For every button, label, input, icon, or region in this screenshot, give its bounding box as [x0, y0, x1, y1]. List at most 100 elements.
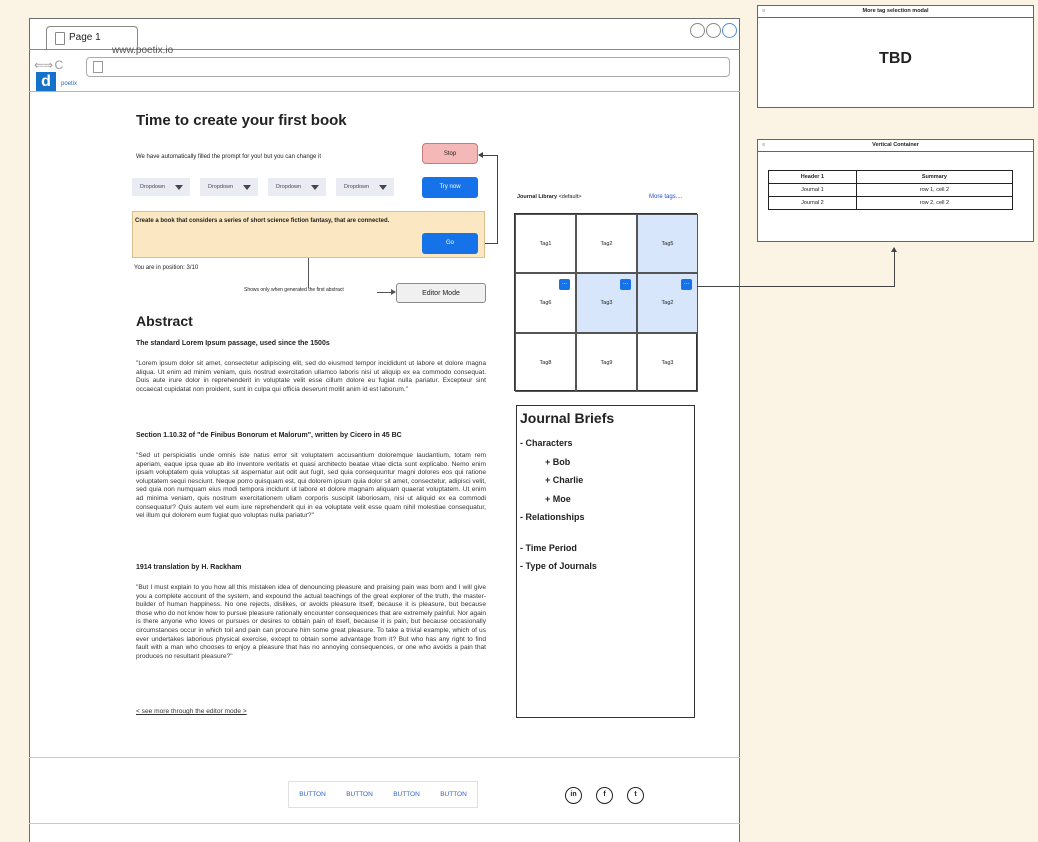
chevron-down-icon — [175, 185, 183, 190]
stop-button[interactable]: Stop — [422, 143, 478, 164]
footer-divider — [29, 823, 740, 824]
linkedin-icon[interactable]: in — [565, 787, 582, 804]
annotation-note: Shows only when generated the first abst… — [244, 287, 344, 293]
tag-options-button[interactable]: ... — [681, 279, 692, 291]
brief-item-bob[interactable]: + Bob — [545, 457, 570, 467]
dropdown-label: Dropdown — [344, 184, 370, 190]
logo[interactable]: d — [36, 72, 56, 92]
tag-options-button[interactable]: ... — [559, 279, 570, 291]
page-title: Time to create your first book — [136, 112, 347, 129]
brief-item-time-period[interactable]: - Time Period — [520, 543, 577, 553]
window-control-icon[interactable] — [706, 23, 721, 38]
tag-cell[interactable]: Tag1 — [515, 214, 576, 274]
dropdown-4[interactable]: Dropdown — [336, 178, 394, 196]
footer-button[interactable]: BUTTON — [346, 791, 373, 798]
annotation-line — [308, 258, 309, 288]
tag-cell-selected[interactable]: ... Tag3 — [576, 273, 637, 333]
table-row[interactable]: Journal 1 row 1, cell 2 — [768, 183, 1014, 197]
tag-cell[interactable]: Tag3 — [637, 332, 698, 392]
tab-title: Page 1 — [69, 32, 101, 43]
abstract-subheading-1: The standard Lorem Ipsum passage, used s… — [136, 340, 330, 347]
window-control-icon[interactable] — [690, 23, 705, 38]
tag-label: Tag5 — [661, 241, 674, 247]
connector-line — [497, 155, 498, 244]
library-title-suffix: <default> — [558, 194, 582, 200]
logo-text: poetix — [61, 81, 78, 87]
tag-label: Tag3 — [661, 359, 674, 366]
table-header: Summary — [855, 170, 1014, 184]
tag-label: Tag2 — [661, 300, 674, 307]
table-row[interactable]: Journal 2 row 2, cell 2 — [768, 196, 1014, 210]
autofill-text: We have automatically filled the prompt … — [136, 154, 321, 160]
dropdown-1[interactable]: Dropdown — [132, 178, 190, 196]
brief-item-type-of-journals[interactable]: - Type of Journals — [520, 561, 597, 571]
footer-button[interactable]: BUTTON — [299, 791, 326, 798]
tag-cell-selected[interactable]: ... Tag2 — [637, 273, 698, 333]
abstract-paragraph-2: "Sed ut perspiciatis unde omnis iste nat… — [136, 452, 486, 520]
footer-divider — [29, 757, 740, 758]
page-icon — [93, 61, 103, 73]
table-cell: Journal 2 — [768, 196, 857, 210]
tag-label: Tag9 — [600, 359, 613, 366]
annotation-arrow — [377, 289, 396, 295]
window-control-icon[interactable] — [722, 23, 737, 38]
more-tags-link[interactable]: More tags.... — [649, 194, 682, 200]
footer-button[interactable]: BUTTON — [393, 791, 420, 798]
dropdown-label: Dropdown — [208, 184, 234, 190]
tag-grid: Tag1 Tag2 Tag5 ... Tag6 ... Tag3 ... Tag2 T… — [514, 213, 698, 392]
footer-button-group: BUTTON BUTTON BUTTON BUTTON — [288, 781, 478, 808]
table-header-row: Header 1 Summary — [768, 170, 1014, 184]
tag-cell[interactable]: Tag9 — [576, 332, 637, 392]
brief-item-charlie[interactable]: + Charlie — [545, 475, 583, 485]
connector-arrow — [478, 152, 498, 158]
tag-cell[interactable]: Tag2 — [576, 214, 637, 274]
try-now-button[interactable]: Try now — [422, 177, 478, 198]
modal-title: More tag selection modal — [862, 8, 929, 14]
connector-line — [484, 243, 498, 244]
go-button[interactable]: Go — [422, 233, 478, 254]
twitter-icon[interactable]: t — [627, 787, 644, 804]
tag-cell[interactable]: ... Tag6 — [515, 273, 576, 333]
modal-body-text: TBD — [879, 50, 912, 67]
header-divider — [29, 91, 740, 92]
modal-header: ≡ More tag selection modal — [758, 6, 1033, 18]
tag-label: Tag2 — [600, 241, 613, 247]
chevron-down-icon — [311, 185, 319, 190]
facebook-icon[interactable]: f — [596, 787, 613, 804]
tag-cell-selected[interactable]: Tag5 — [637, 214, 698, 274]
brief-item-characters[interactable]: - Characters — [520, 438, 573, 448]
dropdown-label: Dropdown — [140, 184, 166, 190]
abstract-paragraph-1: "Lorem ipsum dolor sit amet, consectetur… — [136, 360, 486, 393]
abstract-heading: Abstract — [136, 313, 193, 329]
chevron-down-icon — [379, 185, 387, 190]
container-title: Vertical Container — [872, 142, 919, 148]
panel-menu-icon: ≡ — [762, 8, 766, 14]
see-more-link[interactable]: < see more through the editor mode > — [136, 708, 247, 715]
chevron-down-icon — [243, 185, 251, 190]
nav-controls-icon[interactable]: ⇐⇒ C — [34, 58, 63, 72]
table-cell: row 1, cell 2 — [855, 183, 1014, 197]
position-text: You are in position: 3/10 — [134, 265, 199, 271]
page-icon — [55, 32, 65, 45]
footer-button[interactable]: BUTTON — [440, 791, 467, 798]
connector-line — [697, 286, 895, 287]
window-controls[interactable] — [690, 23, 737, 38]
abstract-paragraph-3: "But I must explain to you how all this … — [136, 584, 486, 660]
tag-options-button[interactable]: ... — [620, 279, 631, 291]
abstract-subheading-2: Section 1.10.32 of "de Finibus Bonorum e… — [136, 432, 402, 439]
table-header: Header 1 — [768, 170, 857, 184]
table-cell: row 2, cell 2 — [855, 196, 1014, 210]
brief-item-relationships[interactable]: - Relationships — [520, 512, 585, 522]
panel-menu-icon: ≡ — [762, 142, 766, 148]
editor-mode-button[interactable]: Editor Mode — [396, 283, 486, 303]
brief-item-moe[interactable]: + Moe — [545, 494, 571, 504]
journal-table: Header 1 Summary Journal 1 row 1, cell 2… — [768, 170, 1014, 210]
address-bar[interactable] — [86, 57, 730, 77]
tag-cell[interactable]: Tag8 — [515, 332, 576, 392]
journal-briefs-title: Journal Briefs — [520, 410, 615, 426]
dropdown-2[interactable]: Dropdown — [200, 178, 258, 196]
library-title: Journal Library <default> — [517, 194, 582, 200]
prompt-text[interactable]: Create a book that considers a series of… — [135, 218, 389, 224]
dropdown-3[interactable]: Dropdown — [268, 178, 326, 196]
abstract-subheading-3: 1914 translation by H. Rackham — [136, 564, 242, 571]
